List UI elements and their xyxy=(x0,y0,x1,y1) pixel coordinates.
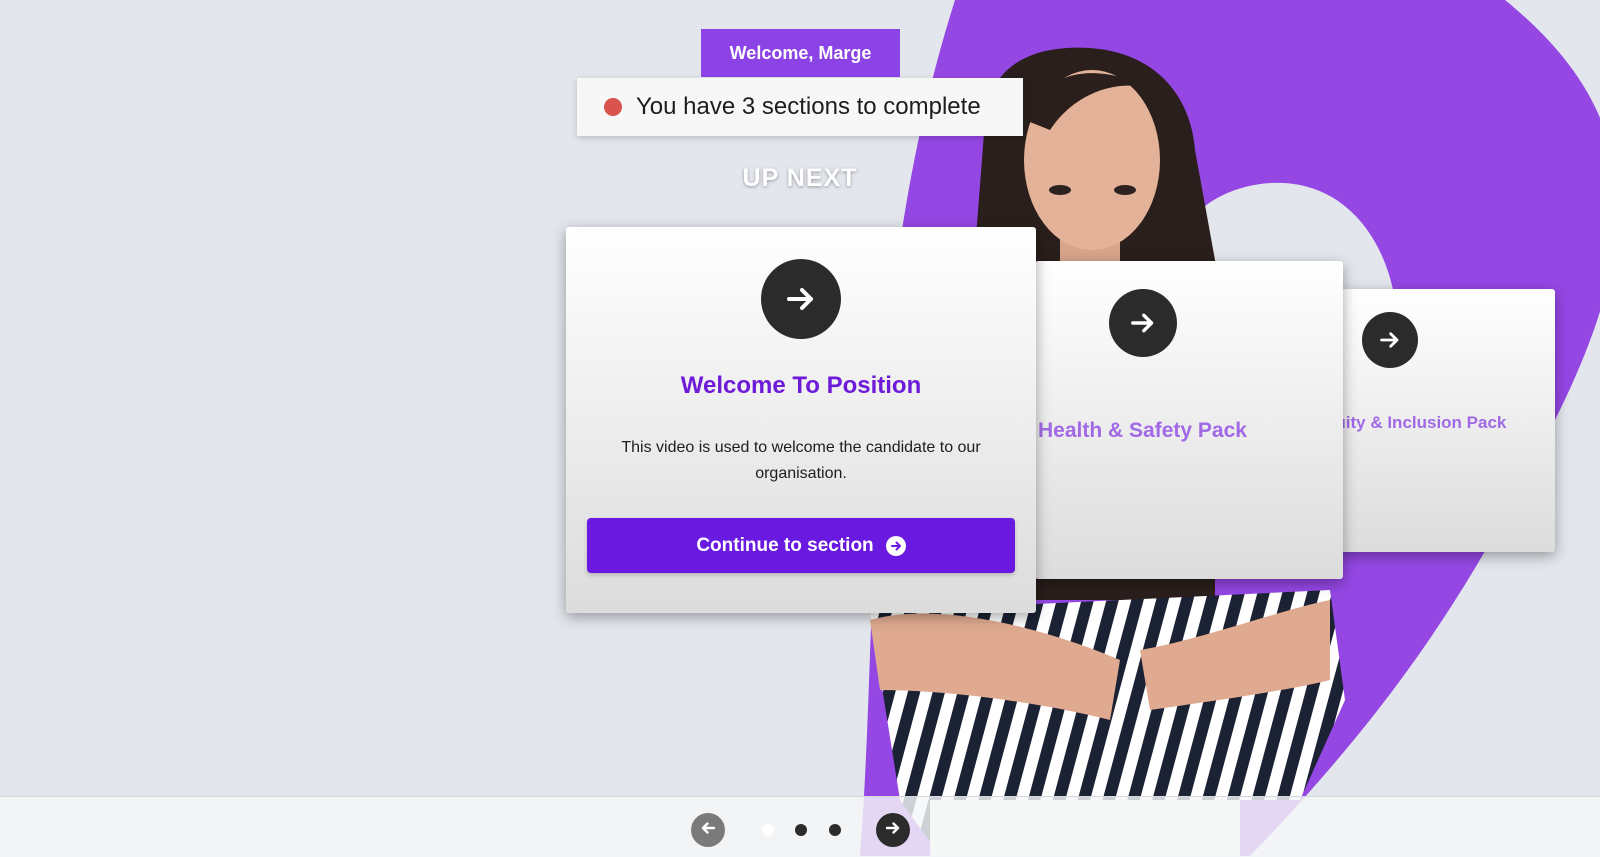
section-card-health-safety[interactable]: Health & Safety Pack xyxy=(1035,261,1343,579)
section-card-equity-inclusion[interactable]: quity & Inclusion Pack xyxy=(1325,289,1555,552)
next-button[interactable] xyxy=(876,813,910,847)
arrow-right-icon xyxy=(885,535,906,556)
pagination-dot-1[interactable] xyxy=(762,824,774,836)
card-title: Health & Safety Pack xyxy=(1038,419,1247,442)
status-box: You have 3 sections to complete xyxy=(577,78,1023,136)
welcome-banner: Welcome, Marge xyxy=(701,29,900,77)
arrow-right-icon xyxy=(1362,312,1418,368)
card-title: quity & Inclusion Pack xyxy=(1325,413,1507,432)
pagination-dot-2[interactable] xyxy=(795,824,807,836)
status-dot-icon xyxy=(604,98,622,116)
carousel-footer xyxy=(0,796,1600,857)
arrow-right-icon xyxy=(761,259,841,339)
continue-to-section-button[interactable]: Continue to section xyxy=(587,518,1015,573)
card-title: Welcome To Position xyxy=(680,372,922,399)
section-card-welcome: Welcome To Position This video is used t… xyxy=(566,227,1036,613)
up-next-label: UP NEXT xyxy=(742,164,858,192)
arrow-left-icon xyxy=(699,819,717,842)
continue-button-label: Continue to section xyxy=(696,534,874,556)
pagination-dot-3[interactable] xyxy=(829,824,841,836)
card-description: This video is used to welcome the candid… xyxy=(621,439,981,482)
previous-button[interactable] xyxy=(691,813,725,847)
status-text: You have 3 sections to complete xyxy=(636,93,981,120)
arrow-right-icon xyxy=(884,819,902,842)
arrow-right-icon xyxy=(1109,289,1177,357)
